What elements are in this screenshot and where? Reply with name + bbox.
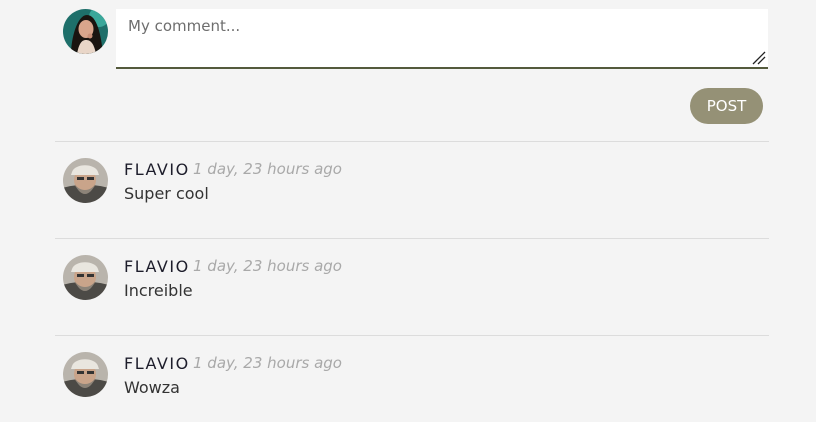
- comment-timestamp: 1 day, 23 hours ago: [193, 160, 342, 178]
- flavio-avatar-image: [63, 352, 108, 397]
- comment-timestamp: 1 day, 23 hours ago: [193, 257, 342, 275]
- comment-avatar: [63, 255, 108, 300]
- comment-input[interactable]: [116, 9, 768, 67]
- comment-input-box: [116, 9, 768, 69]
- comments-section: POST FLAVIO 1 day, 23 hours ago Super co…: [0, 0, 816, 422]
- comment-avatar: [63, 158, 108, 203]
- divider: [55, 335, 769, 336]
- current-user-avatar-image: [63, 9, 108, 54]
- comment-text: Super cool: [124, 184, 209, 203]
- flavio-avatar-image: [63, 255, 108, 300]
- divider: [55, 141, 769, 142]
- resize-handle-icon[interactable]: [752, 51, 766, 65]
- comment-author: FLAVIO: [124, 354, 190, 373]
- current-user-avatar: [63, 9, 108, 54]
- divider: [55, 238, 769, 239]
- comment-avatar: [63, 352, 108, 397]
- post-button[interactable]: POST: [690, 88, 763, 124]
- comment-author: FLAVIO: [124, 160, 190, 179]
- comment-text: Increible: [124, 281, 193, 300]
- comment-timestamp: 1 day, 23 hours ago: [193, 354, 342, 372]
- flavio-avatar-image: [63, 158, 108, 203]
- comment-author: FLAVIO: [124, 257, 190, 276]
- comment-text: Wowza: [124, 378, 180, 397]
